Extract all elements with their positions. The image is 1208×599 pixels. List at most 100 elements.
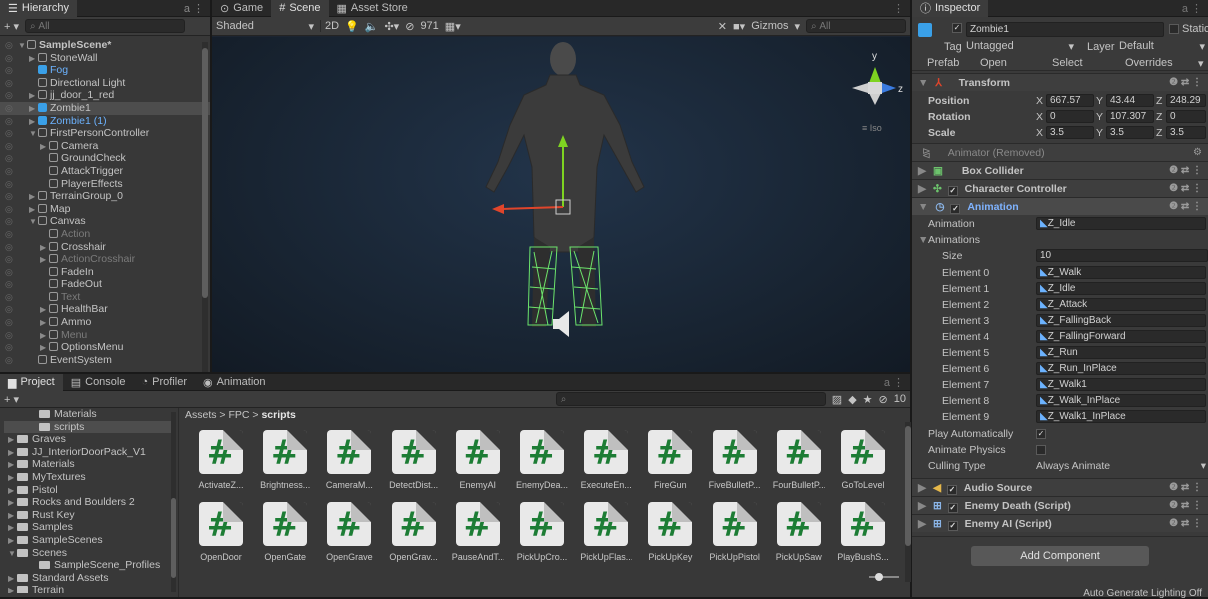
script-asset[interactable]: # PickUpFlas... — [580, 502, 632, 562]
script-asset[interactable]: # Brightness... — [259, 430, 311, 490]
script-asset[interactable]: # OpenDoor — [195, 502, 247, 562]
foldout-arrow[interactable]: ▶ — [8, 585, 17, 593]
chevron-down-icon[interactable]: ▾ — [1198, 57, 1204, 70]
component-menu-icon[interactable]: ❷ ⇄ ⋮ — [1169, 479, 1202, 497]
animation-element-field[interactable]: ◣Z_Walk_InPlace — [1036, 394, 1206, 408]
tag-dropdown[interactable]: Untagged ▾ — [966, 40, 1074, 53]
projection-label[interactable]: ≡ Iso — [862, 123, 882, 133]
orientation-gizmo[interactable]: y z — [852, 51, 903, 105]
visibility-icon[interactable]: ◎ — [5, 140, 13, 153]
tab-profiler[interactable]: ◔ Profiler — [133, 374, 195, 391]
visibility-icon[interactable]: ◎ — [5, 278, 13, 291]
hierarchy-item[interactable]: ◎ ▶ jj_door_1_red — [0, 89, 210, 102]
animation-element-field[interactable]: ◣Z_Run_InPlace — [1036, 362, 1206, 376]
enabled-checkbox[interactable]: ✓ — [947, 484, 957, 495]
scene-viewport[interactable]: y z ≡ Iso — [212, 37, 910, 372]
script-asset[interactable]: # PickUpSaw — [773, 502, 825, 562]
animation-element-field[interactable]: ◣Z_FallingForward — [1036, 329, 1206, 343]
visibility-icon[interactable]: ◎ — [5, 253, 13, 266]
script-asset[interactable]: # EnemyAI — [452, 430, 504, 490]
enabled-checkbox[interactable]: ✓ — [947, 186, 958, 197]
tab-game[interactable]: ⊙ Game — [212, 0, 271, 17]
create-asset-button[interactable]: + ▾ — [4, 393, 19, 406]
lock-icon[interactable]: a ⋮ — [1182, 2, 1202, 15]
visibility-icon[interactable]: ◎ — [5, 127, 13, 140]
script-asset[interactable]: # OpenGate — [259, 502, 311, 562]
component-menu-icon[interactable]: ❷ ⇄ ⋮ — [1169, 515, 1202, 533]
zoom-slider[interactable] — [869, 573, 899, 581]
chevron-down-icon[interactable]: ▾ — [794, 20, 800, 33]
visibility-icon[interactable]: ◎ — [5, 77, 13, 90]
foldout-arrow[interactable]: ▶ — [8, 497, 17, 510]
animator-removed-header[interactable]: ⧎ Animator (Removed) ⚙ — [912, 143, 1208, 162]
visibility-icon[interactable]: ◎ — [5, 316, 13, 329]
visibility-icon[interactable]: ◎ — [5, 178, 13, 191]
filter-type-icon[interactable]: ▨ — [832, 393, 842, 406]
static-checkbox[interactable] — [1169, 24, 1179, 34]
visibility-icon[interactable]: ◎ — [5, 241, 13, 254]
transform-x-field[interactable]: 3.5 — [1046, 126, 1094, 140]
hierarchy-search-input[interactable]: ⌕ All — [25, 19, 186, 33]
visibility-icon[interactable]: ◎ — [5, 341, 13, 354]
enabled-checkbox[interactable]: ✓ — [947, 520, 958, 531]
enemy-ai-header[interactable]: ▶ ⊞ ✓ Enemy AI (Script) ❷ ⇄ ⋮ — [912, 513, 1208, 533]
foldout-arrow[interactable]: ▶ — [918, 482, 926, 494]
foldout-arrow[interactable]: ▶ — [8, 535, 17, 548]
camera-settings-icon[interactable]: ■▾ — [733, 20, 745, 33]
script-asset[interactable]: # PickUpKey — [644, 502, 696, 562]
visibility-icon[interactable]: ◎ — [5, 303, 13, 316]
folder-item[interactable]: ▶ Standard Assets — [4, 572, 176, 585]
script-asset[interactable]: # ExecuteEn... — [580, 430, 632, 490]
visibility-icon[interactable]: ◎ — [5, 52, 13, 65]
enabled-checkbox[interactable]: ✓ — [950, 204, 961, 215]
culling-type-dropdown[interactable]: Always Animate ▾ — [1036, 458, 1206, 474]
folder-item[interactable]: ▶ Materials — [4, 458, 176, 471]
hierarchy-item[interactable]: ◎ PlayerEffects — [0, 178, 210, 191]
create-button[interactable]: + ▾ — [4, 20, 19, 33]
foldout-arrow[interactable]: ▶ — [918, 518, 926, 530]
add-component-button[interactable]: Add Component — [971, 545, 1149, 566]
hierarchy-item[interactable]: ◎ Directional Light — [0, 77, 210, 90]
component-menu-icon[interactable]: ❷ ⇄ ⋮ — [1169, 497, 1202, 515]
lock-icon[interactable]: a ⋮ — [184, 2, 204, 15]
folder-item[interactable]: Materials — [4, 408, 176, 421]
visibility-icon[interactable]: ◎ — [5, 291, 13, 304]
active-checkbox[interactable]: ✓ — [952, 23, 962, 33]
script-asset[interactable]: # PauseAndT... — [452, 502, 504, 562]
tab-hierarchy[interactable]: ☰ Hierarchy — [0, 0, 77, 17]
hidden-objects-icon[interactable]: ⊘ — [405, 20, 414, 33]
transform-y-field[interactable]: 43.44 — [1106, 94, 1154, 107]
folder-item[interactable]: scripts — [4, 420, 176, 434]
visibility-icon[interactable]: ◎ — [5, 64, 13, 77]
visibility-icon[interactable]: ◎ — [5, 115, 13, 128]
script-asset[interactable]: # FiveBulletP... — [709, 430, 761, 490]
hierarchy-item[interactable]: ◎ GroundCheck — [0, 152, 210, 165]
tab-console[interactable]: ▤ Console — [63, 374, 134, 391]
animate-physics-checkbox[interactable] — [1036, 444, 1046, 455]
folder-item[interactable]: ▶ Pistol — [4, 484, 176, 497]
toggle-2d-button[interactable]: 2D — [320, 20, 339, 32]
visibility-icon[interactable]: ◎ — [5, 190, 13, 203]
hierarchy-item[interactable]: ◎ EventSystem — [0, 354, 210, 367]
lock-icon[interactable]: a ⋮ — [884, 376, 904, 389]
visibility-icon[interactable]: ◎ — [5, 329, 13, 342]
scene-search-input[interactable]: ⌕ All — [806, 19, 906, 33]
visibility-icon[interactable]: ◎ — [5, 89, 13, 102]
transform-z-field[interactable]: 3.5 — [1166, 126, 1206, 140]
transform-x-field[interactable]: 667.57 — [1046, 94, 1094, 107]
visibility-icon[interactable]: ◎ — [5, 102, 13, 115]
animation-element-field[interactable]: ◣Z_Walk1 — [1036, 378, 1206, 392]
hierarchy-item[interactable]: ◎ ▶ TerrainGroup_0 — [0, 190, 210, 203]
filter-label-icon[interactable]: ◆ — [848, 393, 856, 406]
enabled-checkbox[interactable]: ✓ — [947, 502, 958, 513]
foldout-arrow[interactable]: ▼ — [918, 232, 928, 248]
folder-item[interactable]: ▶ Terrain — [4, 584, 176, 593]
hierarchy-item[interactable]: ◎ AttackTrigger — [0, 165, 210, 178]
animation-element-field[interactable]: ◣Z_Walk — [1036, 265, 1206, 279]
hierarchy-item[interactable]: ◎ ▶ Zombie1 (1) — [0, 115, 210, 128]
visibility-icon[interactable]: ◎ — [5, 215, 13, 228]
folder-item[interactable]: ▶ Rust Key — [4, 509, 176, 522]
hierarchy-scrollbar[interactable] — [202, 42, 208, 372]
tab-animation[interactable]: ◉ Animation — [195, 374, 274, 391]
script-asset[interactable]: # PickUpPistol — [709, 502, 761, 562]
